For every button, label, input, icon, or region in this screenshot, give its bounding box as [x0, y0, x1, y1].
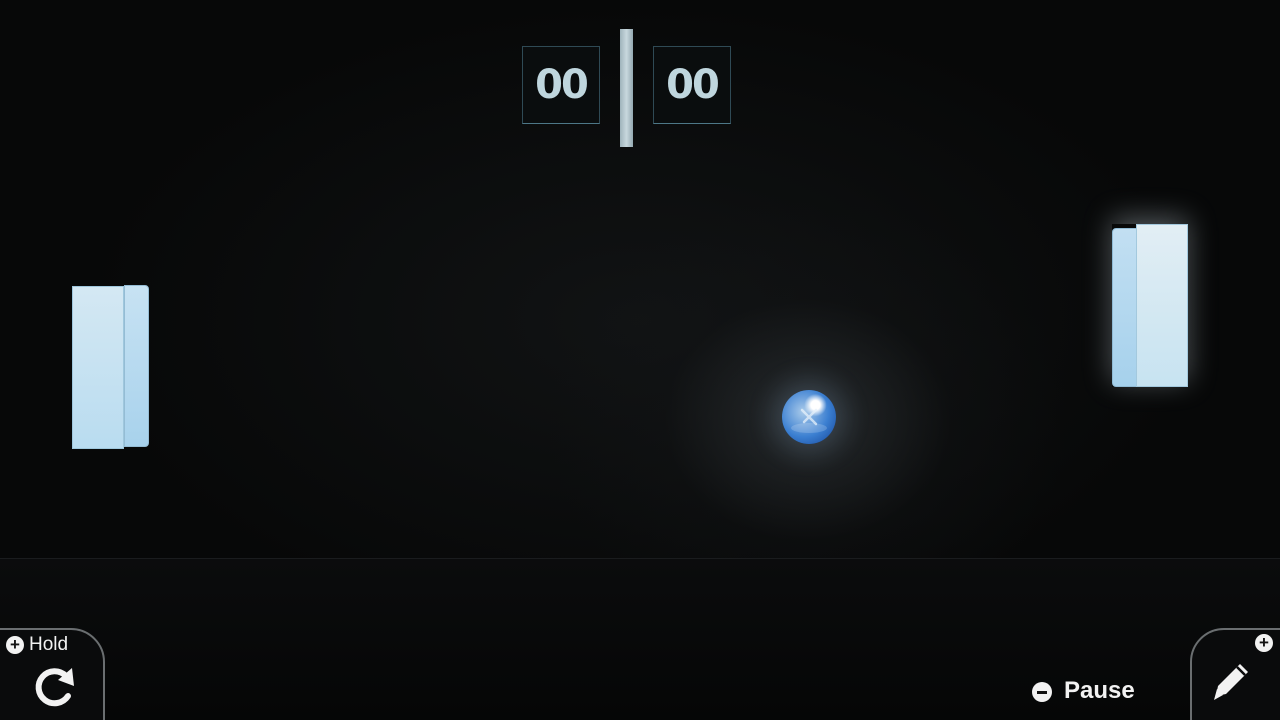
minus-icon[interactable]: [1032, 682, 1052, 702]
game-stage: 00 00 + Hold Pause +: [0, 0, 1280, 720]
plus-icon: +: [6, 636, 24, 654]
right-score: 00: [653, 46, 731, 124]
net-divider: [620, 29, 633, 147]
right-paddle-face: [1136, 224, 1188, 387]
pause-button[interactable]: Pause: [1064, 677, 1135, 705]
plus-icon: +: [1255, 634, 1273, 652]
left-paddle: [72, 285, 149, 449]
ball: [782, 390, 836, 444]
hold-label: Hold: [29, 634, 69, 655]
left-score: 00: [522, 46, 600, 124]
left-paddle-face: [72, 286, 124, 449]
ball-sheen: [791, 408, 827, 433]
pencil-icon: [1214, 664, 1248, 700]
right-paddle-side: [1112, 228, 1137, 387]
rotate-icon: [35, 668, 74, 707]
left-paddle-side: [124, 285, 149, 447]
right-paddle: [1112, 224, 1188, 387]
